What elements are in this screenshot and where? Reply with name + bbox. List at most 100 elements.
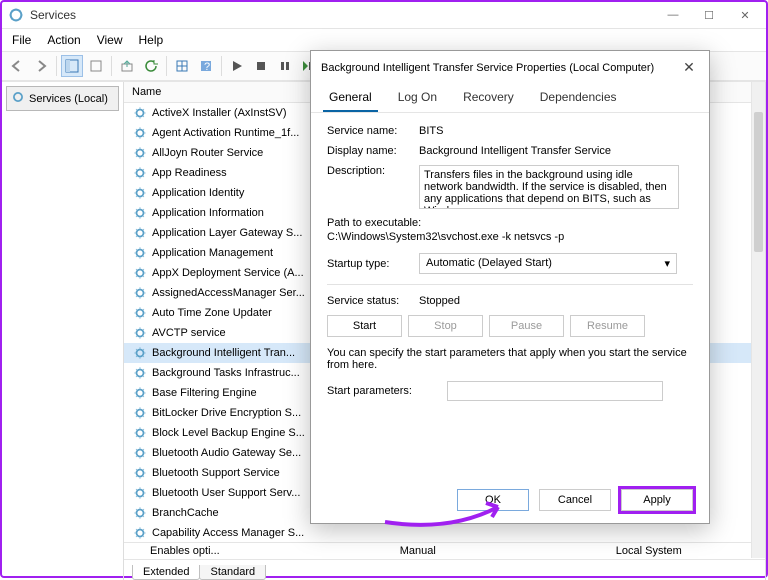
service-name: BranchCache [152,507,219,519]
gear-icon [132,165,148,181]
dialog-close-button[interactable]: ✕ [679,59,699,76]
help-button[interactable]: ? [195,55,217,77]
service-name: Bluetooth Support Service [152,467,280,479]
options-button[interactable] [85,55,107,77]
start-service-button[interactable] [226,55,248,77]
gear-icon [132,365,148,381]
gear-icon [132,225,148,241]
bottom-tabs: Extended Standard [124,559,765,580]
service-name: AVCTP service [152,327,226,339]
back-button[interactable] [6,55,28,77]
service-name-value: BITS [419,125,693,137]
dialog-titlebar: Background Intelligent Transfer Service … [311,51,709,84]
menu-view[interactable]: View [97,33,123,47]
service-control-buttons: Start Stop Pause Resume [327,315,693,337]
gear-icon [132,525,148,541]
service-name-label: Service name: [327,125,419,137]
scrollbar[interactable] [751,82,765,558]
dialog-title: Background Intelligent Transfer Service … [321,62,654,74]
gear-icon [132,125,148,141]
window-title: Services [30,8,76,22]
gear-icon [132,265,148,281]
service-name: Capability Access Manager S... [152,527,304,539]
menu-file[interactable]: File [12,33,31,47]
service-status-value: Stopped [419,295,693,307]
service-status-label: Service status: [327,295,419,307]
gear-icon [132,405,148,421]
description-textbox[interactable]: Transfers files in the background using … [419,165,679,209]
service-name: Bluetooth Audio Gateway Se... [152,447,301,459]
minimize-button[interactable]: — [664,6,682,24]
navigation-tree: Services (Local) [2,82,124,580]
gear-icon [132,285,148,301]
service-name: AssignedAccessManager Ser... [152,287,305,299]
service-name: ActiveX Installer (AxInstSV) [152,107,287,119]
service-name: Base Filtering Engine [152,387,257,399]
service-name: Block Level Backup Engine S... [152,427,305,439]
gear-icon [132,325,148,341]
service-name: Application Management [152,247,273,259]
services-app-icon [8,7,24,23]
properties-button[interactable] [171,55,193,77]
refresh-button[interactable] [140,55,162,77]
display-name-label: Display name: [327,145,419,157]
service-name: AllJoyn Router Service [152,147,263,159]
tab-logon[interactable]: Log On [392,86,443,112]
footer-desc: Enables opti... [150,545,220,557]
tab-general[interactable]: General [323,86,378,112]
resume-button: Resume [570,315,645,337]
service-name: Bluetooth User Support Serv... [152,487,300,499]
service-name: Application Identity [152,187,244,199]
menu-action[interactable]: Action [47,33,80,47]
dialog-tabs: General Log On Recovery Dependencies [311,84,709,113]
start-params-note: You can specify the start parameters tha… [327,347,693,371]
gear-icon [132,485,148,501]
ok-button[interactable]: OK [457,489,529,511]
tab-dependencies[interactable]: Dependencies [534,86,623,112]
pause-service-button[interactable] [274,55,296,77]
footer-startup: Manual [400,545,436,557]
menubar: File Action View Help [2,29,766,51]
gear-icon [132,105,148,121]
service-row[interactable]: Capability Access Manager S... [124,523,765,542]
stop-button: Stop [408,315,483,337]
dialog-body: Service name: BITS Display name: Backgro… [311,113,709,479]
export-button[interactable] [116,55,138,77]
dialog-footer: OK Cancel Apply [311,479,709,523]
gear-icon [132,445,148,461]
service-name: Background Intelligent Tran... [152,347,295,359]
gear-icon [132,425,148,441]
gear-icon [132,345,148,361]
service-name: Background Tasks Infrastruc... [152,367,300,379]
scrollbar-thumb[interactable] [754,112,763,252]
gear-icon [132,305,148,321]
gear-icon [132,185,148,201]
start-button[interactable]: Start [327,315,402,337]
startup-type-select[interactable]: Automatic (Delayed Start) ▾ [419,253,677,274]
cancel-button[interactable]: Cancel [539,489,611,511]
show-hide-tree-button[interactable] [61,55,83,77]
forward-button[interactable] [30,55,52,77]
service-name: Agent Activation Runtime_1f... [152,127,299,139]
start-params-input[interactable] [447,381,663,401]
tree-item-label: Services (Local) [29,93,108,105]
pause-button: Pause [489,315,564,337]
menu-help[interactable]: Help [139,33,164,47]
list-footer-row: Enables opti... Manual Local System [124,542,765,559]
svg-text:?: ? [204,61,210,73]
stop-service-button[interactable] [250,55,272,77]
tab-recovery[interactable]: Recovery [457,86,520,112]
service-name: Auto Time Zone Updater [152,307,272,319]
gear-icon [132,145,148,161]
maximize-button[interactable]: ☐ [700,6,718,24]
path-value: C:\Windows\System32\svchost.exe -k netsv… [327,231,693,243]
path-label: Path to executable: [327,217,693,229]
gear-icon [132,505,148,521]
titlebar: Services — ☐ ✕ [2,2,766,29]
close-button[interactable]: ✕ [736,6,754,24]
gear-icon [132,205,148,221]
tree-item-services-local[interactable]: Services (Local) [6,86,119,111]
apply-button[interactable]: Apply [621,489,693,511]
description-label: Description: [327,165,419,177]
service-properties-dialog: Background Intelligent Transfer Service … [310,50,710,524]
